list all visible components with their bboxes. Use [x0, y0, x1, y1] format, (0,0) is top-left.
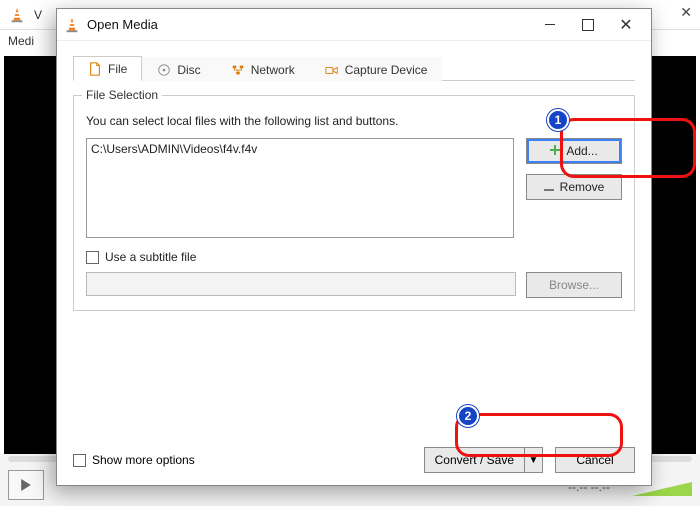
file-selection-intro: You can select local files with the foll… — [86, 114, 622, 128]
file-selection-group: File Selection You can select local file… — [73, 95, 635, 311]
dialog-content: File Disc Network Capture Device File Se… — [57, 41, 651, 485]
browse-button-label: Browse... — [549, 278, 599, 292]
file-icon — [88, 62, 102, 76]
tab-strip: File Disc Network Capture Device — [73, 53, 635, 81]
tab-network-label: Network — [251, 63, 295, 77]
tab-capture-label: Capture Device — [345, 63, 428, 77]
convert-save-button[interactable]: Convert / Save ▼ — [424, 447, 543, 473]
subtitle-label: Use a subtitle file — [105, 250, 196, 264]
disc-icon — [157, 63, 171, 77]
tab-capture[interactable]: Capture Device — [310, 57, 443, 81]
tab-disc-label: Disc — [177, 63, 200, 77]
show-more-checkbox[interactable] — [73, 454, 86, 467]
remove-button[interactable]: Remove — [526, 174, 622, 200]
add-button[interactable]: Add... — [526, 138, 622, 164]
minus-icon — [544, 180, 554, 194]
convert-save-dropdown[interactable]: ▼ — [525, 447, 543, 473]
list-item[interactable]: C:\Users\ADMIN\Videos\f4v.f4v — [91, 141, 509, 157]
file-selection-title: File Selection — [82, 88, 162, 102]
subtitle-path-input — [86, 272, 516, 296]
minimize-button[interactable] — [531, 11, 569, 39]
close-button[interactable]: ✕ — [607, 11, 645, 39]
browse-button: Browse... — [526, 272, 622, 298]
dialog-footer: Show more options Convert / Save ▼ Cance… — [73, 447, 635, 473]
file-list[interactable]: C:\Users\ADMIN\Videos\f4v.f4v — [86, 138, 514, 238]
main-title: V — [34, 8, 42, 22]
tab-network[interactable]: Network — [216, 57, 310, 81]
convert-save-label: Convert / Save — [424, 447, 525, 473]
play-button[interactable] — [8, 470, 44, 500]
open-media-dialog: Open Media ✕ File Disc Network Capture D… — [56, 8, 652, 486]
network-icon — [231, 63, 245, 77]
dialog-titlebar: Open Media ✕ — [57, 9, 651, 41]
capture-icon — [325, 63, 339, 77]
show-more-label: Show more options — [92, 453, 195, 467]
subtitle-checkbox[interactable] — [86, 251, 99, 264]
cancel-button[interactable]: Cancel — [555, 447, 635, 473]
vlc-icon — [63, 16, 81, 34]
plus-icon — [550, 144, 560, 158]
add-button-label: Add... — [566, 144, 597, 158]
maximize-button[interactable] — [569, 11, 607, 39]
remove-button-label: Remove — [560, 180, 605, 194]
vlc-icon — [8, 6, 26, 24]
cancel-button-label: Cancel — [576, 453, 613, 467]
tab-file-label: File — [108, 62, 127, 76]
dialog-title: Open Media — [87, 17, 531, 32]
tab-disc[interactable]: Disc — [142, 57, 215, 81]
tab-file[interactable]: File — [73, 56, 142, 81]
main-close-icon[interactable]: ✕ — [680, 4, 692, 21]
